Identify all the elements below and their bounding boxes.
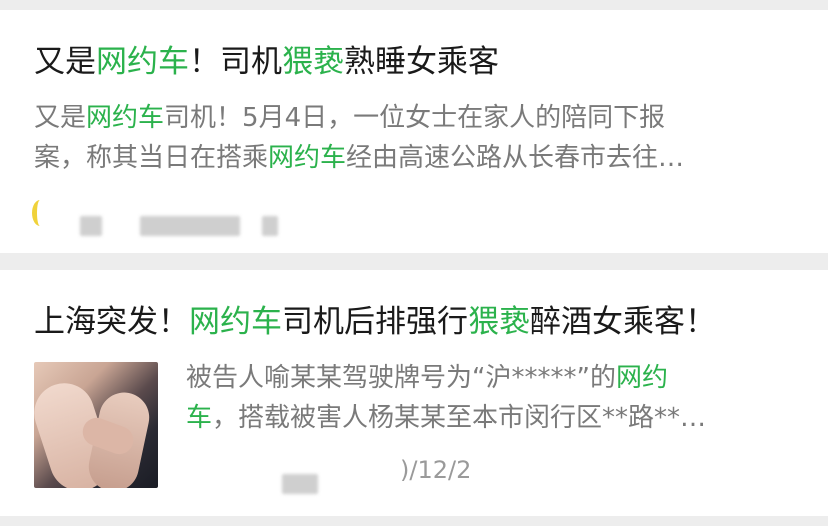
title-text: 上海突发！	[34, 304, 189, 340]
title-text: 司机后排强行	[282, 304, 468, 340]
article-summary: 又是网约车司机！5月4日，一位女士在家人的陪同下报 案，称其当日在搭乘网约车经由…	[34, 98, 684, 178]
title-text: ！司机	[189, 44, 282, 80]
summary-line-1: 又是网约车司机！5月4日，一位女士在家人的陪同下报	[34, 103, 666, 133]
summary-line-2: 案，称其当日在搭乘网约车经由高速公路从长春市去往…	[34, 143, 685, 173]
title-text: 醉酒女乘客！	[530, 304, 716, 340]
title-text: 又是	[34, 44, 96, 80]
publish-date: )/12/2	[400, 456, 472, 484]
article-summary: 被告人喻某某驾驶牌号为“沪*****”的网约 车，搭载被害人杨某某至本市闵行区*…	[186, 358, 706, 438]
title-keyword: 网约车	[96, 44, 189, 80]
blurred-source-name	[80, 216, 102, 236]
article-title[interactable]: 又是网约车！司机猥亵熟睡女乘客	[34, 42, 499, 82]
source-avatar-icon	[32, 200, 48, 226]
title-keyword: 网约车	[189, 304, 282, 340]
summary-line-1: 被告人喻某某驾驶牌号为“沪*****”的网约	[186, 363, 668, 393]
blurred-meta	[262, 216, 278, 236]
article-title[interactable]: 上海突发！网约车司机后排强行猥亵醉酒女乘客！	[34, 302, 716, 342]
blurred-source-name	[282, 474, 318, 494]
title-keyword: 猥亵	[468, 304, 530, 340]
article-card-1[interactable]: 又是网约车！司机猥亵熟睡女乘客 又是网约车司机！5月4日，一位女士在家人的陪同下…	[0, 10, 828, 253]
article-card-2[interactable]: 上海突发！网约车司机后排强行猥亵醉酒女乘客！ 被告人喻某某驾驶牌号为“沪****…	[0, 270, 828, 516]
summary-line-2: 车，搭载被害人杨某某至本市闵行区**路**…	[186, 403, 707, 433]
blurred-meta	[140, 216, 240, 236]
article-thumbnail[interactable]	[34, 362, 158, 488]
title-text: 熟睡女乘客	[344, 44, 499, 80]
title-keyword: 猥亵	[282, 44, 344, 80]
